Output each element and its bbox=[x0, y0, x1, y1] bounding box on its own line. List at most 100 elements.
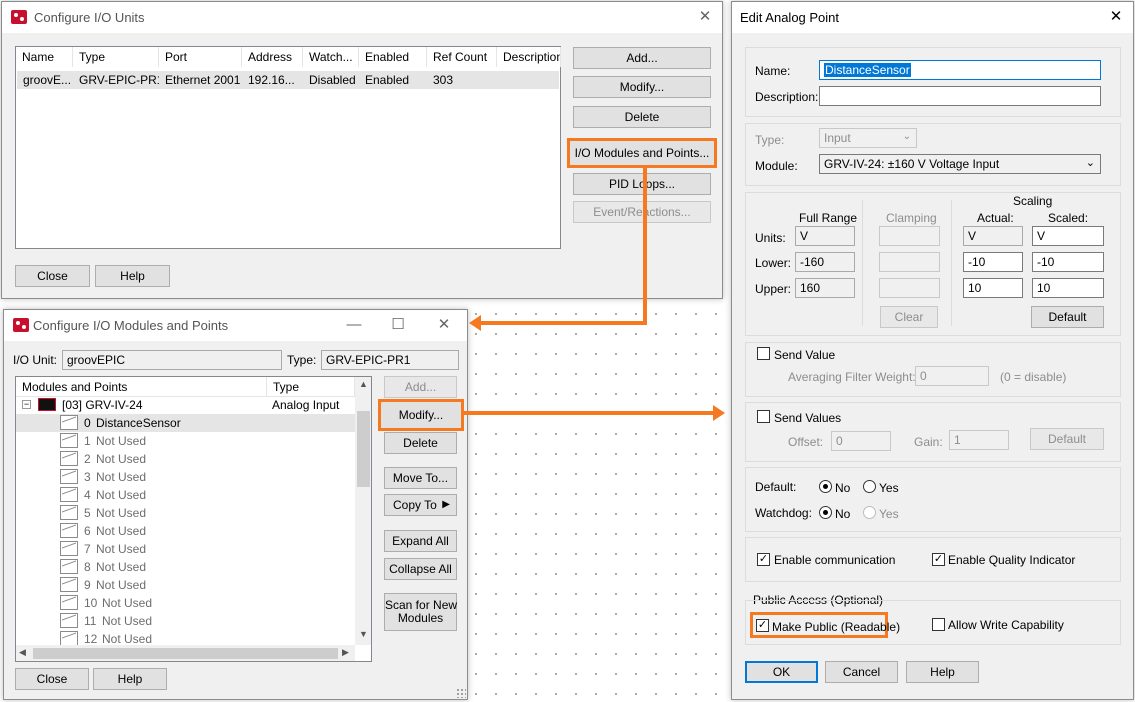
scrollbar-thumb[interactable] bbox=[33, 648, 338, 659]
add-button[interactable]: Add... bbox=[573, 47, 711, 69]
column-header[interactable]: Address bbox=[242, 47, 303, 67]
expand-all-button[interactable]: Expand All bbox=[384, 530, 457, 552]
clamping-lower[interactable] bbox=[879, 252, 940, 272]
actual-upper[interactable]: 10 bbox=[963, 278, 1023, 298]
table-row[interactable]: groovE... GRV-EPIC-PR1 Ethernet 2001 192… bbox=[17, 71, 559, 89]
io-units-table[interactable]: Name Type Port Address Watch... Enabled … bbox=[15, 46, 561, 249]
allow-write-checkbox[interactable] bbox=[932, 618, 945, 631]
description-field[interactable] bbox=[819, 86, 1101, 106]
tree-point-row[interactable]: 10 Not Used bbox=[16, 594, 356, 612]
close-icon[interactable]: ✕ bbox=[433, 315, 455, 335]
scrollbar-thumb[interactable] bbox=[357, 411, 370, 487]
resize-grip[interactable] bbox=[456, 688, 466, 698]
column-header[interactable]: Port bbox=[159, 47, 242, 67]
help-button[interactable]: Help bbox=[93, 668, 167, 690]
help-button[interactable]: Help bbox=[906, 661, 979, 683]
io-modules-points-button[interactable]: I/O Modules and Points... bbox=[567, 138, 717, 168]
tree-point-row[interactable]: 7 Not Used bbox=[16, 540, 356, 558]
pid-loops-button[interactable]: PID Loops... bbox=[573, 173, 711, 195]
scroll-left-icon[interactable]: ◀ bbox=[19, 647, 26, 658]
tree-point-row[interactable]: 0 DistanceSensor bbox=[16, 414, 356, 432]
column-header[interactable]: Modules and Points bbox=[16, 377, 267, 397]
tree-point-row[interactable]: 1 Not Used bbox=[16, 432, 356, 450]
enable-quality-checkbox[interactable]: ✓ bbox=[932, 553, 945, 566]
default-watchdog-group bbox=[745, 467, 1121, 532]
scroll-up-icon[interactable]: ▲ bbox=[359, 379, 368, 389]
name-field[interactable]: DistanceSensor bbox=[819, 60, 1101, 80]
column-header[interactable]: Type bbox=[267, 377, 355, 397]
column-header[interactable]: Ref Count bbox=[427, 47, 497, 67]
tree-point-row[interactable]: 11 Not Used bbox=[16, 612, 356, 630]
enable-communication-label: Enable communication bbox=[774, 553, 896, 567]
scaled-upper[interactable]: 10 bbox=[1032, 278, 1104, 298]
enable-communication-checkbox[interactable]: ✓ bbox=[757, 553, 770, 566]
title-bar[interactable]: Configure I/O Units ✕ bbox=[2, 2, 722, 33]
make-public-highlight[interactable]: ✓ Make Public (Readable) bbox=[750, 612, 900, 638]
tree-point-row[interactable]: 8 Not Used bbox=[16, 558, 356, 576]
send-value-checkbox[interactable] bbox=[757, 347, 770, 360]
watchdog-no-radio[interactable] bbox=[819, 506, 832, 519]
vertical-scrollbar[interactable]: ▲ ▼ bbox=[355, 377, 371, 645]
scroll-down-icon[interactable]: ▼ bbox=[359, 629, 368, 639]
copy-to-button[interactable]: Copy To ▶ bbox=[384, 494, 457, 516]
default-no-radio[interactable] bbox=[819, 480, 832, 493]
scaled-lower[interactable]: -10 bbox=[1032, 252, 1104, 272]
column-header[interactable]: Watch... bbox=[303, 47, 359, 67]
horizontal-scrollbar[interactable]: ◀ ▶ bbox=[16, 645, 355, 661]
collapse-all-button[interactable]: Collapse All bbox=[384, 558, 457, 580]
title-bar[interactable]: Edit Analog Point ✕ bbox=[732, 2, 1133, 33]
send-values-checkbox[interactable] bbox=[757, 410, 770, 423]
column-header[interactable]: Description bbox=[497, 47, 561, 67]
column-header[interactable]: Name bbox=[16, 47, 73, 67]
modify-button[interactable]: Modify... bbox=[378, 399, 464, 431]
move-to-button[interactable]: Move To... bbox=[384, 467, 457, 489]
offset-field[interactable]: 0 bbox=[831, 431, 891, 451]
module-row[interactable]: − [03] GRV-IV-24 Analog Input bbox=[16, 396, 356, 414]
cancel-button[interactable]: Cancel bbox=[825, 661, 898, 683]
actual-lower[interactable]: -10 bbox=[963, 252, 1023, 272]
scan-for-new-modules-button[interactable]: Scan for New Modules bbox=[384, 593, 457, 631]
title-bar[interactable]: Configure I/O Modules and Points — ☐ ✕ bbox=[4, 310, 467, 341]
delete-button[interactable]: Delete bbox=[384, 432, 457, 454]
close-button[interactable]: Close bbox=[15, 668, 89, 690]
default-yes-radio[interactable] bbox=[863, 480, 876, 493]
watchdog-yes-radio[interactable] bbox=[863, 506, 876, 519]
column-header[interactable]: Enabled bbox=[359, 47, 427, 67]
default-scaling-button[interactable]: Default bbox=[1031, 306, 1104, 328]
clamping-units[interactable] bbox=[879, 226, 940, 246]
scroll-right-icon[interactable]: ▶ bbox=[342, 647, 349, 658]
maximize-icon[interactable]: ☐ bbox=[387, 315, 409, 335]
gain-label: Gain: bbox=[914, 435, 943, 449]
close-button[interactable]: Close bbox=[15, 265, 90, 287]
clamping-upper[interactable] bbox=[879, 278, 940, 298]
ok-button[interactable]: OK bbox=[745, 661, 818, 683]
watchdog-label: Watchdog: bbox=[755, 506, 812, 520]
averaging-field[interactable]: 0 bbox=[915, 366, 989, 386]
tree-point-row[interactable]: 6 Not Used bbox=[16, 522, 356, 540]
delete-button[interactable]: Delete bbox=[573, 106, 711, 128]
tree-point-row[interactable]: 2 Not Used bbox=[16, 450, 356, 468]
collapse-icon[interactable]: − bbox=[22, 400, 31, 409]
module-select[interactable]: GRV-IV-24: ±160 V Voltage Input ⌄ bbox=[819, 154, 1101, 174]
modules-points-tree[interactable]: Modules and Points Type − [03] GRV-IV-24… bbox=[15, 376, 372, 662]
tree-point-row[interactable]: 3 Not Used bbox=[16, 468, 356, 486]
add-button[interactable]: Add... bbox=[384, 376, 457, 398]
modify-button[interactable]: Modify... bbox=[573, 76, 711, 98]
clear-button[interactable]: Clear bbox=[880, 306, 938, 328]
close-icon[interactable]: ✕ bbox=[1105, 7, 1127, 27]
event-reactions-button[interactable]: Event/Reactions... bbox=[573, 201, 711, 223]
tree-point-row[interactable]: 4 Not Used bbox=[16, 486, 356, 504]
close-icon[interactable]: ✕ bbox=[694, 7, 716, 27]
type-select[interactable]: Input ⌄ bbox=[819, 128, 917, 148]
help-button[interactable]: Help bbox=[95, 265, 170, 287]
watchdog-yes-label: Yes bbox=[879, 507, 899, 521]
column-header[interactable]: Type bbox=[73, 47, 159, 67]
gain-field[interactable]: 1 bbox=[949, 430, 1009, 450]
minimize-icon[interactable]: — bbox=[343, 315, 365, 335]
tree-point-row[interactable]: 9 Not Used bbox=[16, 576, 356, 594]
tree-point-row[interactable]: 5 Not Used bbox=[16, 504, 356, 522]
cell-type: GRV-EPIC-PR1 bbox=[79, 73, 159, 87]
default-send-button[interactable]: Default bbox=[1030, 428, 1104, 450]
scaled-units[interactable]: V bbox=[1032, 226, 1104, 246]
make-public-checkbox[interactable]: ✓ bbox=[756, 619, 769, 632]
